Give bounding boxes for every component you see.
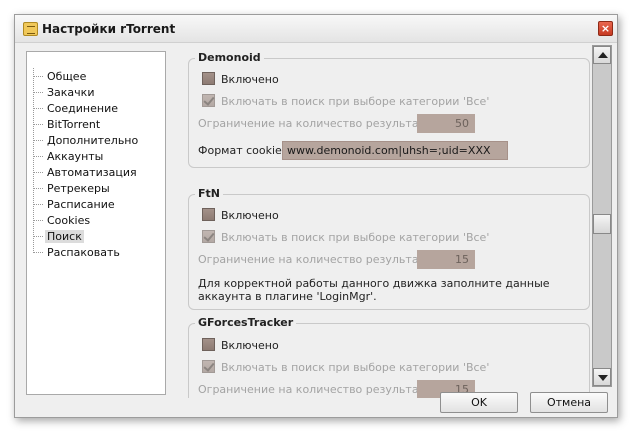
enabled-checkbox[interactable] <box>202 338 215 351</box>
include-all-label: Включать в поиск при выборе категории 'В… <box>221 231 490 244</box>
engine-group-gforcestracker: GForcesTracker Включено Включать в поиск… <box>188 316 590 398</box>
engine-group-ftn: FtN Включено Включать в поиск при выборе… <box>188 187 590 310</box>
sidebar-item-connection[interactable]: Соединение <box>33 101 120 116</box>
cookies-format-label: Формат cookies: <box>198 144 292 157</box>
settings-category-tree: Общее Закачки Соединение BitTorrent Допо… <box>26 51 166 395</box>
login-manager-note: Для корректной работы данного движка зап… <box>198 277 550 303</box>
scroll-up-arrow-icon[interactable] <box>593 46 611 64</box>
limit-input[interactable]: 15 <box>417 250 475 269</box>
sidebar-item-label: Ретрекеры <box>47 182 110 195</box>
settings-dialog: Настройки rTorrent × Общее Закачки Соеди… <box>14 14 618 418</box>
scrollbar-thumb[interactable] <box>593 214 611 234</box>
sidebar-item-search[interactable]: Поиск <box>33 229 84 244</box>
sidebar-item-label: Аккаунты <box>47 150 104 163</box>
limit-label: Ограничение на количество результатов: <box>198 383 442 396</box>
sidebar-item-accounts[interactable]: Аккаунты <box>33 149 105 164</box>
scroll-down-arrow-icon[interactable] <box>593 368 611 386</box>
engine-group-demonoid: Demonoid Включено Включать в поиск при в… <box>188 51 590 168</box>
sidebar-item-label: Закачки <box>47 86 95 99</box>
sidebar-item-label: BitTorrent <box>47 118 101 131</box>
enabled-checkbox[interactable] <box>202 208 215 221</box>
limit-label: Ограничение на количество результатов: <box>198 253 442 266</box>
include-all-checkbox[interactable] <box>202 360 215 373</box>
engine-title: FtN <box>195 187 223 200</box>
enabled-checkbox[interactable] <box>202 72 215 85</box>
sidebar-item-label: Расписание <box>47 198 115 211</box>
include-all-label: Включать в поиск при выборе категории 'В… <box>221 95 490 108</box>
sidebar-item-schedule[interactable]: Расписание <box>33 197 117 212</box>
include-all-checkbox[interactable] <box>202 94 215 107</box>
enabled-label: Включено <box>221 73 279 86</box>
cookies-format-input[interactable]: www.demonoid.com|uhsh=;uid=XXX <box>282 141 508 160</box>
limit-label: Ограничение на количество результатов: <box>198 117 442 130</box>
sidebar-item-general[interactable]: Общее <box>33 69 88 84</box>
include-all-checkbox[interactable] <box>202 230 215 243</box>
sidebar-item-automation[interactable]: Автоматизация <box>33 165 139 180</box>
cancel-button[interactable]: Отмена <box>530 392 608 413</box>
engine-title: Demonoid <box>195 51 264 64</box>
sidebar-item-bittorrent[interactable]: BitTorrent <box>33 117 102 132</box>
engine-title: GForcesTracker <box>195 316 297 329</box>
title-bar: Настройки rTorrent × <box>15 15 617 43</box>
limit-input[interactable]: 50 <box>417 114 475 133</box>
sidebar-item-label: Автоматизация <box>47 166 137 179</box>
settings-app-icon <box>23 22 38 36</box>
sidebar-item-label: Общее <box>47 70 87 83</box>
ok-button[interactable]: OK <box>440 392 518 413</box>
sidebar-item-downloads[interactable]: Закачки <box>33 85 96 100</box>
sidebar-item-cookies[interactable]: Cookies <box>33 213 92 228</box>
window-title: Настройки rTorrent <box>42 22 176 36</box>
search-engines-panel[interactable]: Demonoid Включено Включать в поиск при в… <box>180 42 592 398</box>
sidebar-item-label: Cookies <box>47 214 91 227</box>
enabled-label: Включено <box>221 339 279 352</box>
sidebar-item-unpack[interactable]: Распаковать <box>33 245 122 260</box>
close-button[interactable]: × <box>598 21 613 36</box>
sidebar-item-advanced[interactable]: Дополнительно <box>33 133 140 148</box>
sidebar-item-label: Распаковать <box>47 246 120 259</box>
sidebar-item-label: Дополнительно <box>47 134 139 147</box>
sidebar-item-label: Соединение <box>47 102 119 115</box>
vertical-scrollbar[interactable] <box>592 45 612 387</box>
sidebar-item-retrackers[interactable]: Ретрекеры <box>33 181 112 196</box>
enabled-label: Включено <box>221 209 279 222</box>
include-all-label: Включать в поиск при выборе категории 'В… <box>221 361 490 374</box>
sidebar-item-label: Поиск <box>45 230 84 243</box>
